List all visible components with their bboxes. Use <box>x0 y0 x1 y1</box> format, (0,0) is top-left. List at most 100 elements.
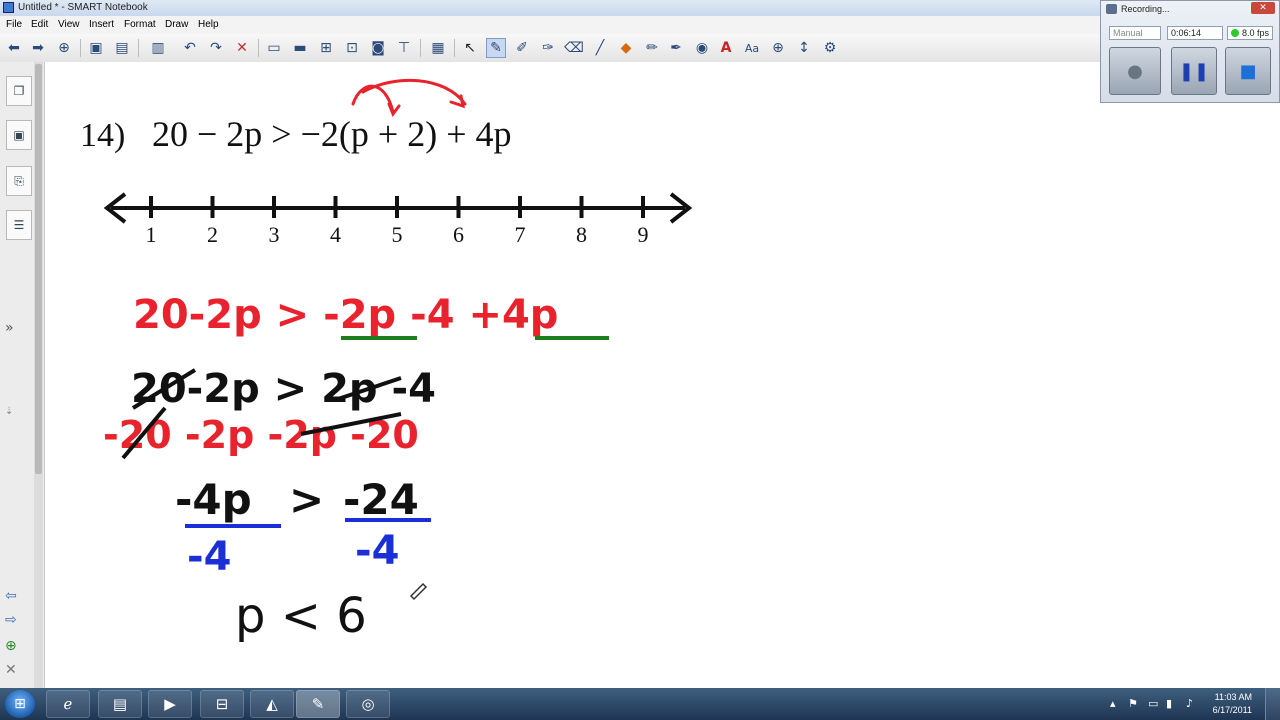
camera-icon[interactable]: ⊡ <box>342 38 362 58</box>
record-button[interactable]: ● <box>1109 47 1161 95</box>
taskbar-network[interactable]: ⊟ <box>200 690 244 718</box>
problem-expression: 20 − 2p > −2(p + 2) + 4p <box>152 114 512 154</box>
menu-bar: File Edit View Insert Format Draw Help <box>0 16 1100 34</box>
number-line-tick-label: 8 <box>576 222 587 247</box>
recorder-app-icon <box>1106 4 1117 14</box>
record-icon: ● <box>1127 60 1143 82</box>
page-sorter-tab[interactable]: ❐ <box>6 76 32 106</box>
move-icon[interactable]: ⊕ <box>768 38 788 58</box>
side-scrollbar-thumb[interactable] <box>35 64 42 474</box>
taskbar-media-player[interactable]: ▶ <box>148 690 192 718</box>
recorder-title: Recording... <box>1121 4 1170 14</box>
menu-view[interactable]: View <box>58 19 80 30</box>
arrowhead-2 <box>449 94 465 109</box>
network-tray-icon[interactable]: ▮ <box>1166 697 1172 710</box>
expand-icon[interactable]: » <box>5 320 14 336</box>
properties-icon: ☰ <box>13 218 25 232</box>
hw-line2: 20-2p > 2p -4 <box>131 366 436 412</box>
clock-time[interactable]: 11:03 AM <box>1215 692 1252 702</box>
network-icon: ⊟ <box>215 695 229 713</box>
paperclip-icon: ⎘ <box>14 173 24 188</box>
problem-number: 14) <box>80 117 125 154</box>
notebook-icon: ✎ <box>311 695 325 713</box>
menu-file[interactable]: File <box>6 19 22 30</box>
delete-icon[interactable]: ✕ <box>232 38 252 58</box>
volume-icon[interactable]: ♪ <box>1186 697 1193 710</box>
menu-draw[interactable]: Draw <box>165 19 188 30</box>
close-panel-icon[interactable]: ✕ <box>5 662 17 678</box>
font-icon[interactable]: Aa <box>742 38 762 58</box>
attachments-tab[interactable]: ⎘ <box>6 166 32 196</box>
add-page-icon[interactable]: ⊕ <box>54 38 74 58</box>
undo-icon[interactable]: ↶ <box>180 38 200 58</box>
taskbar-ie[interactable]: ℯ <box>46 690 90 718</box>
taskbar-explorer[interactable]: ▤ <box>98 690 142 718</box>
close-icon[interactable]: ✕ <box>1251 2 1275 14</box>
redo-icon[interactable]: ↷ <box>206 38 226 58</box>
properties-tab[interactable]: ☰ <box>6 210 32 240</box>
magic-pen-icon[interactable]: ✑ <box>538 38 558 58</box>
color-icon[interactable]: ◉ <box>692 38 712 58</box>
stop-button[interactable]: ■ <box>1225 47 1271 95</box>
properties-icon[interactable]: ◙ <box>368 38 388 58</box>
menu-format[interactable]: Format <box>124 19 156 30</box>
fill-icon[interactable]: ✏ <box>642 38 662 58</box>
number-line-tick-label: 7 <box>515 222 526 247</box>
number-line-tick-label: 3 <box>269 222 280 247</box>
move-right-icon[interactable]: ⇨ <box>5 612 17 628</box>
display-tray-icon[interactable]: ▭ <box>1148 697 1158 710</box>
whiteboard-canvas[interactable]: 14) 20 − 2p > −2(p + 2) + 4p 1 2 3 4 5 6 7 8 9 2… <box>45 62 1280 688</box>
shape-icon[interactable]: ◆ <box>616 38 636 58</box>
display-icon[interactable]: ▬ <box>290 38 310 58</box>
text-icon[interactable]: A <box>716 38 736 58</box>
move-left-icon[interactable]: ⇦ <box>5 588 17 604</box>
pdf-icon: ◭ <box>266 695 278 713</box>
start-button[interactable]: ⊞ <box>5 690 35 718</box>
gallery-tab[interactable]: ▣ <box>6 120 32 150</box>
explorer-icon: ▤ <box>112 695 128 713</box>
recorder-fps: 8.0 fps <box>1227 26 1273 40</box>
recorder-mode-select[interactable]: Manual <box>1109 26 1161 40</box>
stop-icon: ■ <box>1239 60 1257 82</box>
ie-icon: ℯ <box>63 695 73 713</box>
app-icon <box>3 2 14 13</box>
more-tools-icon[interactable]: ⚙ <box>820 38 840 58</box>
hw-line5-right: -4 <box>355 528 399 574</box>
hw-line5-left: -4 <box>187 534 231 580</box>
creative-pen-icon[interactable]: ✐ <box>512 38 532 58</box>
action-center-icon[interactable]: ⚑ <box>1128 697 1138 710</box>
eraser-icon[interactable]: ⌫ <box>564 38 584 58</box>
forward-icon[interactable]: ➡ <box>28 38 48 58</box>
select-icon[interactable]: ↖ <box>460 38 480 58</box>
taskbar-notebook[interactable]: ✎ <box>296 690 340 718</box>
pause-button[interactable]: ❚❚ <box>1171 47 1217 95</box>
menu-help[interactable]: Help <box>198 19 219 30</box>
resize-icon[interactable]: ↕ <box>794 38 814 58</box>
number-line-tick-label: 9 <box>638 222 649 247</box>
recorder-window: Recording... ✕ Manual 0:06:14 8.0 fps ● … <box>1100 0 1280 103</box>
scroll-indicator-icon: ⇣ <box>5 406 14 417</box>
table-tool-icon[interactable]: ⊤ <box>394 38 414 58</box>
show-desktop-button[interactable] <box>1265 688 1280 720</box>
menu-insert[interactable]: Insert <box>89 19 114 30</box>
back-icon[interactable]: ⬅ <box>4 38 24 58</box>
save-icon[interactable]: ▤ <box>112 38 132 58</box>
taskbar-recorder[interactable]: ◎ <box>346 690 390 718</box>
screen-shade-icon[interactable]: ▭ <box>264 38 284 58</box>
table-icon[interactable]: ▦ <box>428 38 448 58</box>
line-icon[interactable]: ╱ <box>590 38 610 58</box>
menu-edit[interactable]: Edit <box>31 19 48 30</box>
shape-recognition-icon[interactable]: ✒ <box>666 38 686 58</box>
toolbar-separator <box>80 39 81 57</box>
taskbar-pdf[interactable]: ◭ <box>250 690 294 718</box>
clock-date[interactable]: 6/17/2011 <box>1213 705 1252 715</box>
add-item-icon[interactable]: ⊕ <box>5 638 17 654</box>
paste-icon[interactable]: ▥ <box>148 38 168 58</box>
capture-icon[interactable]: ⊞ <box>316 38 336 58</box>
open-icon[interactable]: ▣ <box>86 38 106 58</box>
show-hidden-icons[interactable]: ▴ <box>1110 697 1116 710</box>
pen-icon[interactable]: ✎ <box>486 38 506 58</box>
number-line-tick-label: 5 <box>392 222 403 247</box>
distribution-arrows <box>351 78 467 118</box>
pause-icon: ❚❚ <box>1178 60 1210 82</box>
